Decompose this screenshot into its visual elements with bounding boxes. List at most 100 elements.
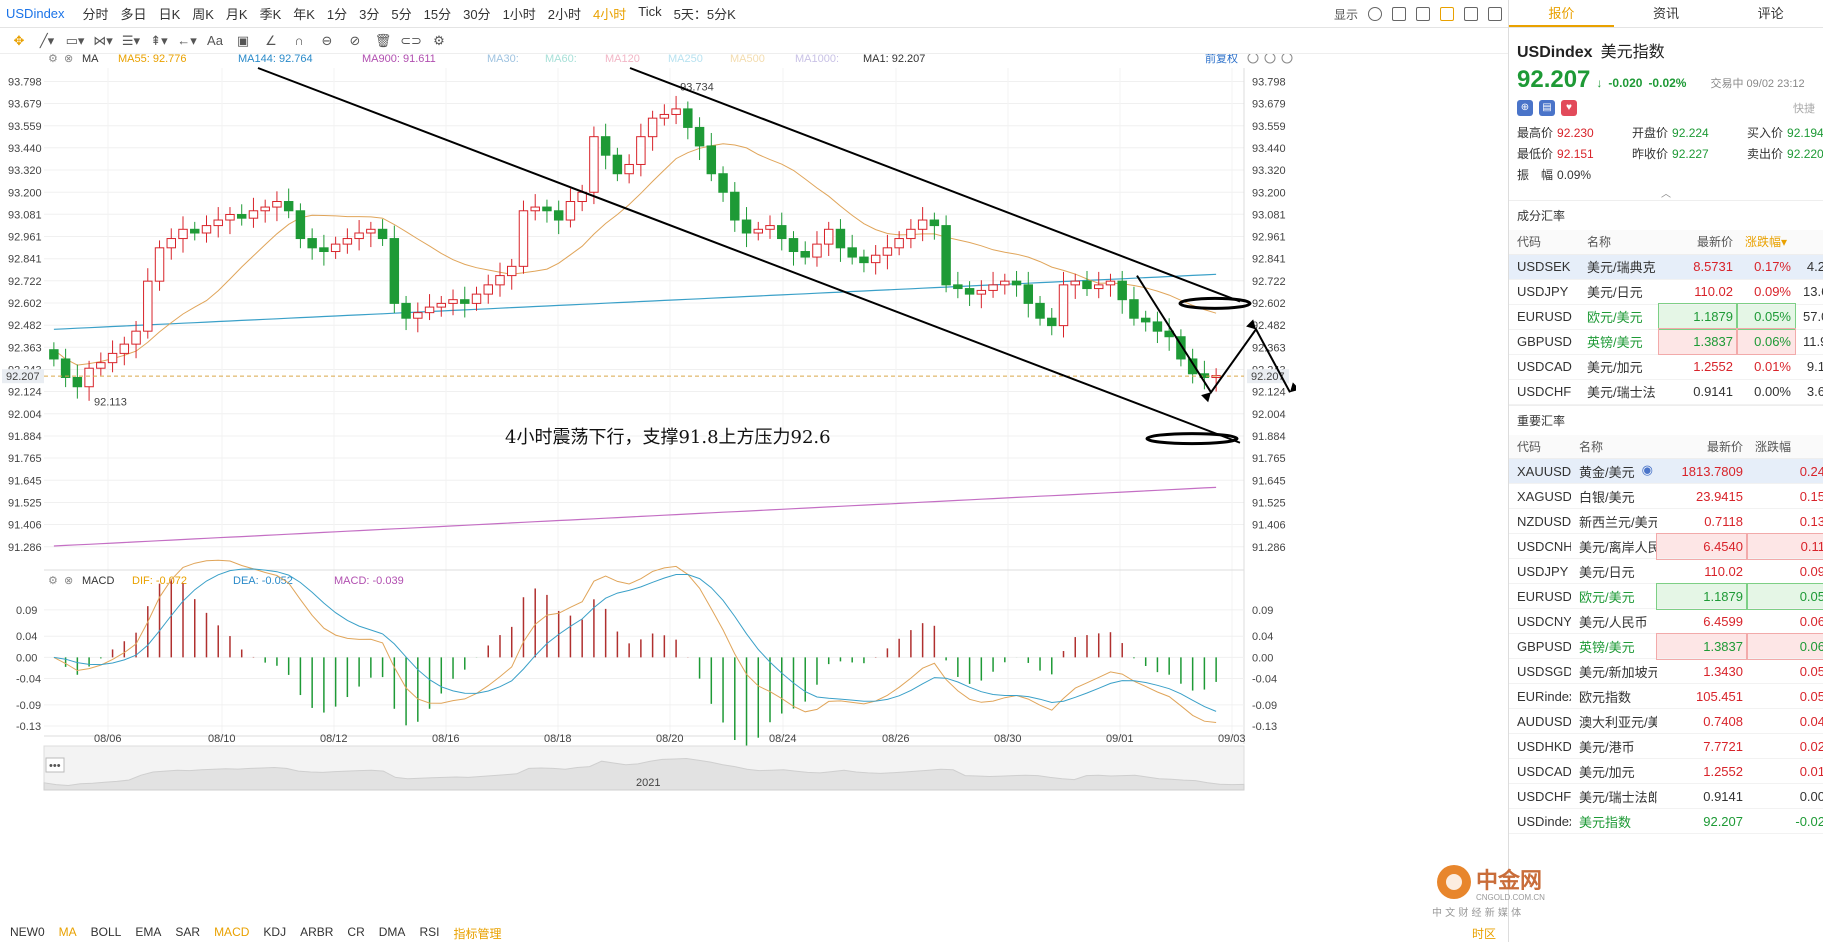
indicator-kdj[interactable]: KDJ xyxy=(263,925,286,942)
pattern-tool-icon[interactable]: ⋈▾ xyxy=(93,33,113,48)
indicator-ma[interactable]: MA xyxy=(59,925,77,942)
quote-row[interactable]: USDCNY 美元/人民币 6.4599 0.06 xyxy=(1509,608,1823,634)
quote-row[interactable]: XAUUSD 黄金/美元 ◉ 1813.7809 0.24 xyxy=(1509,458,1823,484)
fullscreen-icon[interactable] xyxy=(1464,7,1478,21)
pen-icon[interactable] xyxy=(1440,7,1454,21)
tab-comments[interactable]: 评论 xyxy=(1718,0,1823,27)
period-8[interactable]: 3分 xyxy=(353,4,385,23)
watch-icon[interactable]: ◉ xyxy=(1642,462,1653,478)
indicator-new0[interactable]: NEW0 xyxy=(10,925,45,942)
col-price[interactable]: 最新价 xyxy=(1659,230,1737,255)
period-3[interactable]: 周K xyxy=(186,4,220,23)
indicator-指标管理[interactable]: 指标管理 xyxy=(453,925,501,942)
tab-news[interactable]: 资讯 xyxy=(1614,0,1719,27)
magnet-icon[interactable]: ∩ xyxy=(290,33,308,48)
quote-row[interactable]: USDJPY美元/日元110.020.09%13.6 xyxy=(1509,279,1823,305)
indicator-arbr[interactable]: ARBR xyxy=(300,925,333,942)
col-name[interactable]: 名称 xyxy=(1579,230,1659,255)
display-menu[interactable]: 显示 xyxy=(1334,6,1358,23)
period-10[interactable]: 15分 xyxy=(418,4,457,23)
col-code[interactable]: 代码 xyxy=(1509,230,1579,255)
quote-row[interactable]: EURindex 欧元指数 105.451 0.05 xyxy=(1509,683,1823,709)
period-4[interactable]: 月K xyxy=(220,4,254,23)
camera-icon[interactable] xyxy=(1416,7,1430,21)
layout-icon[interactable] xyxy=(1392,7,1406,21)
period-7[interactable]: 1分 xyxy=(321,4,353,23)
col-name[interactable]: 名称 xyxy=(1571,434,1657,459)
lock-icon[interactable]: ⊖ xyxy=(318,33,336,48)
axis-tools[interactable] xyxy=(1247,54,1293,64)
user-drawings[interactable] xyxy=(257,67,1296,446)
period-5[interactable]: 季K xyxy=(254,4,288,23)
period-2[interactable]: 日K xyxy=(153,4,187,23)
quote-row[interactable]: USDHKD 美元/港币 7.7721 0.02 xyxy=(1509,733,1823,759)
collapse-icon[interactable]: ︿ xyxy=(1517,185,1815,200)
macd-close-icon[interactable]: ⊗ xyxy=(64,575,73,587)
doc-icon[interactable]: ▤ xyxy=(1539,100,1555,116)
quote-row[interactable]: GBPUSD英镑/美元1.38370.06%11.9 xyxy=(1509,328,1823,355)
chart-area[interactable]: ⚙ ⊗ MA MA55: 92.776 MA144: 92.764 MA900:… xyxy=(0,54,1296,924)
indicator-boll[interactable]: BOLL xyxy=(91,925,122,942)
period-1[interactable]: 多日 xyxy=(115,4,153,23)
fib-tool-icon[interactable]: ☰▾ xyxy=(122,33,140,48)
hide-icon[interactable]: ⊘ xyxy=(346,33,364,48)
symbol-selector[interactable]: USDindex xyxy=(6,6,65,21)
macd-settings-icon[interactable]: ⚙ xyxy=(48,575,58,587)
draw-settings-icon[interactable]: ⚙ xyxy=(430,33,448,48)
indicator-ema[interactable]: EMA xyxy=(135,925,161,942)
quote-row[interactable]: USDCAD美元/加元1.25520.01%9.1 xyxy=(1509,354,1823,380)
ruler-icon[interactable]: ∠ xyxy=(262,33,280,48)
col-code[interactable]: 代码 xyxy=(1509,434,1571,459)
shape-tool-icon[interactable]: ▭▾ xyxy=(66,33,85,48)
macd-label[interactable]: MACD xyxy=(82,575,114,587)
arrow-tool-icon[interactable]: ←▾ xyxy=(177,33,197,48)
ma-label[interactable]: MA xyxy=(82,54,99,65)
period-13[interactable]: 2小时 xyxy=(542,4,587,23)
timezone-button[interactable]: 时区 xyxy=(1472,925,1496,942)
col-pct[interactable]: 涨跌幅 xyxy=(1747,434,1823,459)
quote-row[interactable]: AUDUSD澳大利亚元/美元0.74080.04 xyxy=(1509,708,1823,734)
ma-close-icon[interactable]: ⊗ xyxy=(64,54,73,65)
period-9[interactable]: 5分 xyxy=(385,4,417,23)
period-11[interactable]: 30分 xyxy=(457,4,496,23)
quick-trade[interactable]: 快捷 xyxy=(1793,100,1815,116)
support-ellipse[interactable] xyxy=(1145,432,1239,446)
crosshair-icon[interactable]: ✥ xyxy=(10,33,28,48)
measure-tool-icon[interactable]: ⇞▾ xyxy=(150,33,168,48)
quote-row[interactable]: USDCNH美元/离岸人民币6.45400.11 xyxy=(1509,532,1823,560)
period-6[interactable]: 年K xyxy=(287,4,321,23)
tab-quote[interactable]: 报价 xyxy=(1509,0,1614,27)
quote-row[interactable]: USDCHF 美元/瑞士法郎 0.9141 0.00 xyxy=(1509,783,1823,809)
link-icon[interactable]: ⊂⊃ xyxy=(400,33,422,48)
globe-icon[interactable]: ⊕ xyxy=(1517,100,1533,116)
quote-row[interactable]: USDSGD 美元/新加坡元 1.3430 0.05 xyxy=(1509,658,1823,684)
quote-row[interactable]: NZDUSD 新西兰元/美元 0.7118 0.13 xyxy=(1509,508,1823,534)
quote-row[interactable]: USDSEK美元/瑞典克8.57310.17%4.2 xyxy=(1509,254,1823,280)
quote-row[interactable]: USDindex 美元指数 92.207 -0.02 xyxy=(1509,808,1823,834)
indicator-dma[interactable]: DMA xyxy=(379,925,406,942)
quote-row[interactable]: EURUSD 欧元/美元 1.1879 0.05 xyxy=(1509,582,1823,610)
period-16[interactable]: 5天：5分K xyxy=(668,4,742,23)
indicator-cr[interactable]: CR xyxy=(347,925,364,942)
favorite-icon[interactable]: ♥ xyxy=(1561,100,1577,116)
col-price[interactable]: 最新价 xyxy=(1657,434,1747,459)
period-12[interactable]: 1小时 xyxy=(497,4,542,23)
period-14[interactable]: 4小时 xyxy=(587,4,632,23)
split-icon[interactable] xyxy=(1488,7,1502,21)
period-15[interactable]: Tick xyxy=(632,4,667,23)
comment-tool-icon[interactable]: ▣ xyxy=(234,33,252,48)
col-pct[interactable]: 涨跌幅▾ xyxy=(1737,230,1795,255)
quote-row[interactable]: USDCAD 美元/加元 1.2552 0.01 xyxy=(1509,758,1823,784)
indicator-macd[interactable]: MACD xyxy=(214,925,249,942)
period-0[interactable]: 分时 xyxy=(77,4,115,23)
line-tool-icon[interactable]: ╱▾ xyxy=(38,33,56,48)
fuquan-button[interactable]: 前复权 xyxy=(1205,54,1238,65)
settings-icon[interactable] xyxy=(1368,7,1382,21)
indicator-rsi[interactable]: RSI xyxy=(419,925,439,942)
quote-row[interactable]: GBPUSD 英镑/美元 1.3837 0.06 xyxy=(1509,632,1823,660)
delete-icon[interactable]: 🗑 xyxy=(374,33,392,48)
lower-channel-line[interactable] xyxy=(257,67,1241,444)
indicator-sar[interactable]: SAR xyxy=(175,925,200,942)
quote-row[interactable]: USDCHF美元/瑞士法0.91410.00%3.6 xyxy=(1509,379,1823,405)
text-tool-icon[interactable]: Aa xyxy=(206,33,224,48)
